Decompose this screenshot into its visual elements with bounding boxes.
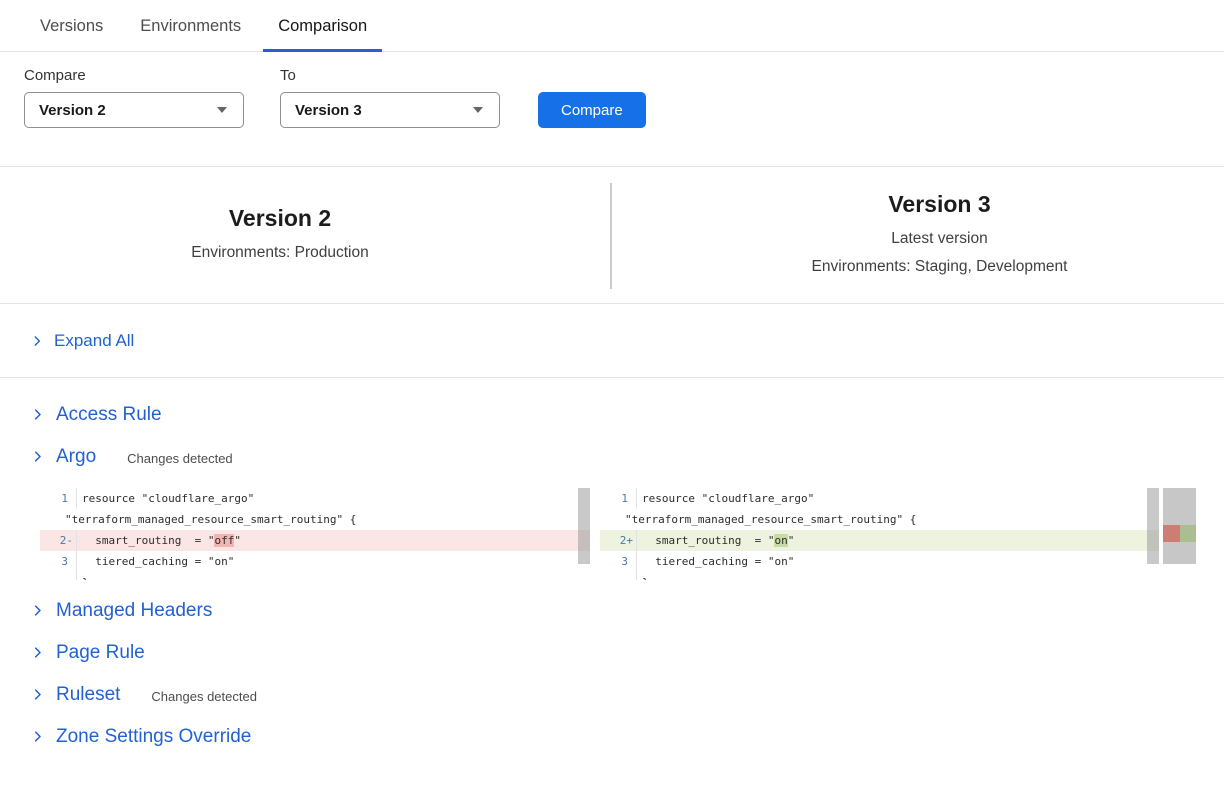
section-page-rule[interactable]: Page Rule xyxy=(30,642,1224,664)
compare-from-select[interactable]: Version 2 xyxy=(24,92,244,128)
section-ruleset[interactable]: Ruleset Changes detected xyxy=(30,684,1224,706)
code-text: tiered_caching = "on" xyxy=(77,551,590,572)
diff-overview-marker xyxy=(1163,525,1196,542)
expand-all-button[interactable]: Expand All xyxy=(0,304,1224,378)
compare-button[interactable]: Compare xyxy=(538,92,646,128)
compare-to-value: Version 3 xyxy=(295,102,362,119)
line-number: 3 xyxy=(600,551,637,572)
version-left-environments: Environments: Production xyxy=(0,239,560,267)
argo-diff: 1 resource "cloudflare_argo" "terraform_… xyxy=(40,488,1224,580)
tab-comparison[interactable]: Comparison xyxy=(278,17,367,51)
chevron-right-icon xyxy=(30,603,45,618)
code-text: } xyxy=(77,572,590,580)
diff-panel-right: 1 resource "cloudflare_argo" "terraform_… xyxy=(600,488,1159,580)
chevron-right-icon xyxy=(30,334,44,348)
code-line: 1 resource "cloudflare_argo" xyxy=(600,488,1159,509)
removed-word-highlight: off xyxy=(214,534,234,547)
chevron-right-icon xyxy=(30,407,45,422)
line-number xyxy=(40,572,77,580)
chevron-right-icon xyxy=(30,449,45,464)
added-word-highlight: on xyxy=(774,534,787,547)
code-text: "terraform_managed_resource_smart_routin… xyxy=(40,509,590,530)
scrollbar[interactable] xyxy=(1147,488,1159,564)
version-left-title: Version 2 xyxy=(0,205,560,232)
tab-environments[interactable]: Environments xyxy=(140,17,241,51)
compare-from-field: Compare Version 2 xyxy=(24,67,244,128)
code-line-clipped: } xyxy=(40,572,590,580)
code-line-clipped: } xyxy=(600,572,1159,580)
expand-all-label: Expand All xyxy=(54,331,134,351)
line-number: 1 xyxy=(600,488,637,509)
line-number xyxy=(600,572,637,580)
compare-to-field: To Version 3 xyxy=(280,67,500,128)
line-number-removed: 2- xyxy=(40,530,77,551)
code-text: "terraform_managed_resource_smart_routin… xyxy=(600,509,1159,530)
changes-detected-badge: Changes detected xyxy=(127,448,233,466)
chevron-right-icon xyxy=(30,687,45,702)
version-right-latest-label: Latest version xyxy=(655,225,1224,253)
added-marker xyxy=(1180,525,1197,542)
removed-marker xyxy=(1163,525,1180,542)
diff-panel-left: 1 resource "cloudflare_argo" "terraform_… xyxy=(40,488,590,580)
chevron-down-icon xyxy=(217,107,227,113)
tab-bar: Versions Environments Comparison xyxy=(0,0,1224,52)
code-line: 3 tiered_caching = "on" xyxy=(600,551,1159,572)
line-number: 3 xyxy=(40,551,77,572)
version-headers: Version 2 Environments: Production Versi… xyxy=(0,167,1224,304)
code-line-wrap: "terraform_managed_resource_smart_routin… xyxy=(600,509,1159,530)
section-label: Page Rule xyxy=(56,642,145,664)
changes-detected-badge: Changes detected xyxy=(151,686,257,704)
section-label: Ruleset xyxy=(56,684,120,706)
version-right-header: Version 3 Latest version Environments: S… xyxy=(610,191,1224,281)
version-right-title: Version 3 xyxy=(655,191,1224,218)
chevron-right-icon xyxy=(30,645,45,660)
code-line: 1 resource "cloudflare_argo" xyxy=(40,488,590,509)
code-text: } xyxy=(637,572,1159,580)
code-text: resource "cloudflare_argo" xyxy=(637,488,1159,509)
section-managed-headers[interactable]: Managed Headers xyxy=(30,600,1224,622)
chevron-down-icon xyxy=(473,107,483,113)
diff-overview-ruler[interactable] xyxy=(1163,488,1196,564)
compare-to-label: To xyxy=(280,67,500,84)
code-line-added: 2+ smart_routing = "on" xyxy=(600,530,1159,551)
section-access-rule[interactable]: Access Rule xyxy=(30,404,1224,426)
compare-to-select[interactable]: Version 3 xyxy=(280,92,500,128)
tab-versions[interactable]: Versions xyxy=(40,17,103,51)
code-text: resource "cloudflare_argo" xyxy=(77,488,590,509)
section-argo[interactable]: Argo Changes detected xyxy=(30,446,1224,468)
section-label: Argo xyxy=(56,446,96,468)
code-line-removed: 2- smart_routing = "off" xyxy=(40,530,590,551)
section-label: Managed Headers xyxy=(56,600,212,622)
code-text: smart_routing = "off" xyxy=(77,530,590,551)
compare-from-value: Version 2 xyxy=(39,102,106,119)
line-number-added: 2+ xyxy=(600,530,637,551)
version-right-environments: Environments: Staging, Development xyxy=(655,253,1224,281)
section-zone-settings-override[interactable]: Zone Settings Override xyxy=(30,726,1224,748)
code-line-wrap: "terraform_managed_resource_smart_routin… xyxy=(40,509,590,530)
version-left-header: Version 2 Environments: Production xyxy=(0,205,610,267)
line-number: 1 xyxy=(40,488,77,509)
chevron-right-icon xyxy=(30,729,45,744)
code-text: smart_routing = "on" xyxy=(637,530,1159,551)
compare-from-label: Compare xyxy=(24,67,244,84)
section-label: Zone Settings Override xyxy=(56,726,251,748)
code-line: 3 tiered_caching = "on" xyxy=(40,551,590,572)
compare-bar: Compare Version 2 To Version 3 Compare xyxy=(24,67,1200,128)
code-text: tiered_caching = "on" xyxy=(637,551,1159,572)
vertical-divider xyxy=(610,183,612,289)
scrollbar[interactable] xyxy=(578,488,590,564)
section-label: Access Rule xyxy=(56,404,162,426)
